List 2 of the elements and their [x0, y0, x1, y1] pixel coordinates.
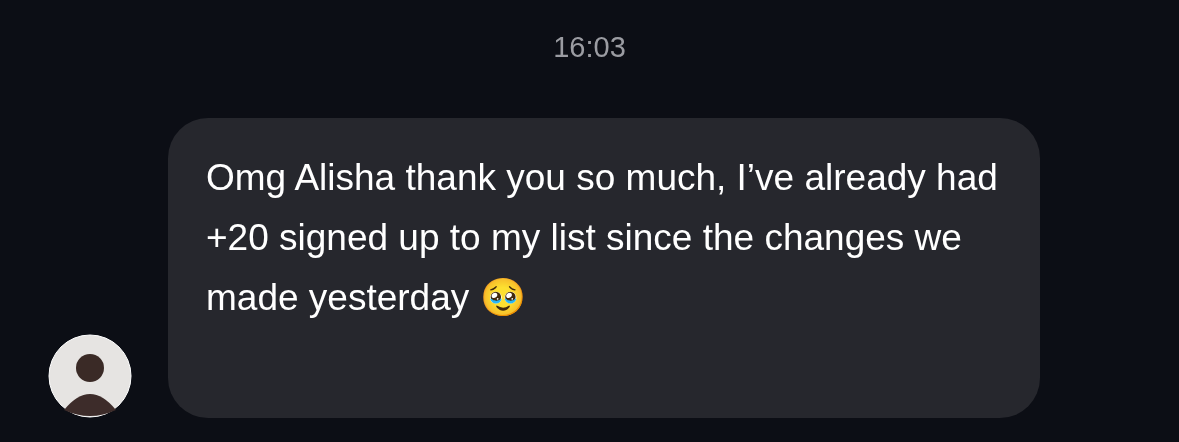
message-text: Omg Alisha thank you so much, I’ve already had +20 signed up to my list since the changes we made yesterday 🥹 — [206, 156, 999, 320]
timestamp: 16:03 — [553, 30, 626, 65]
